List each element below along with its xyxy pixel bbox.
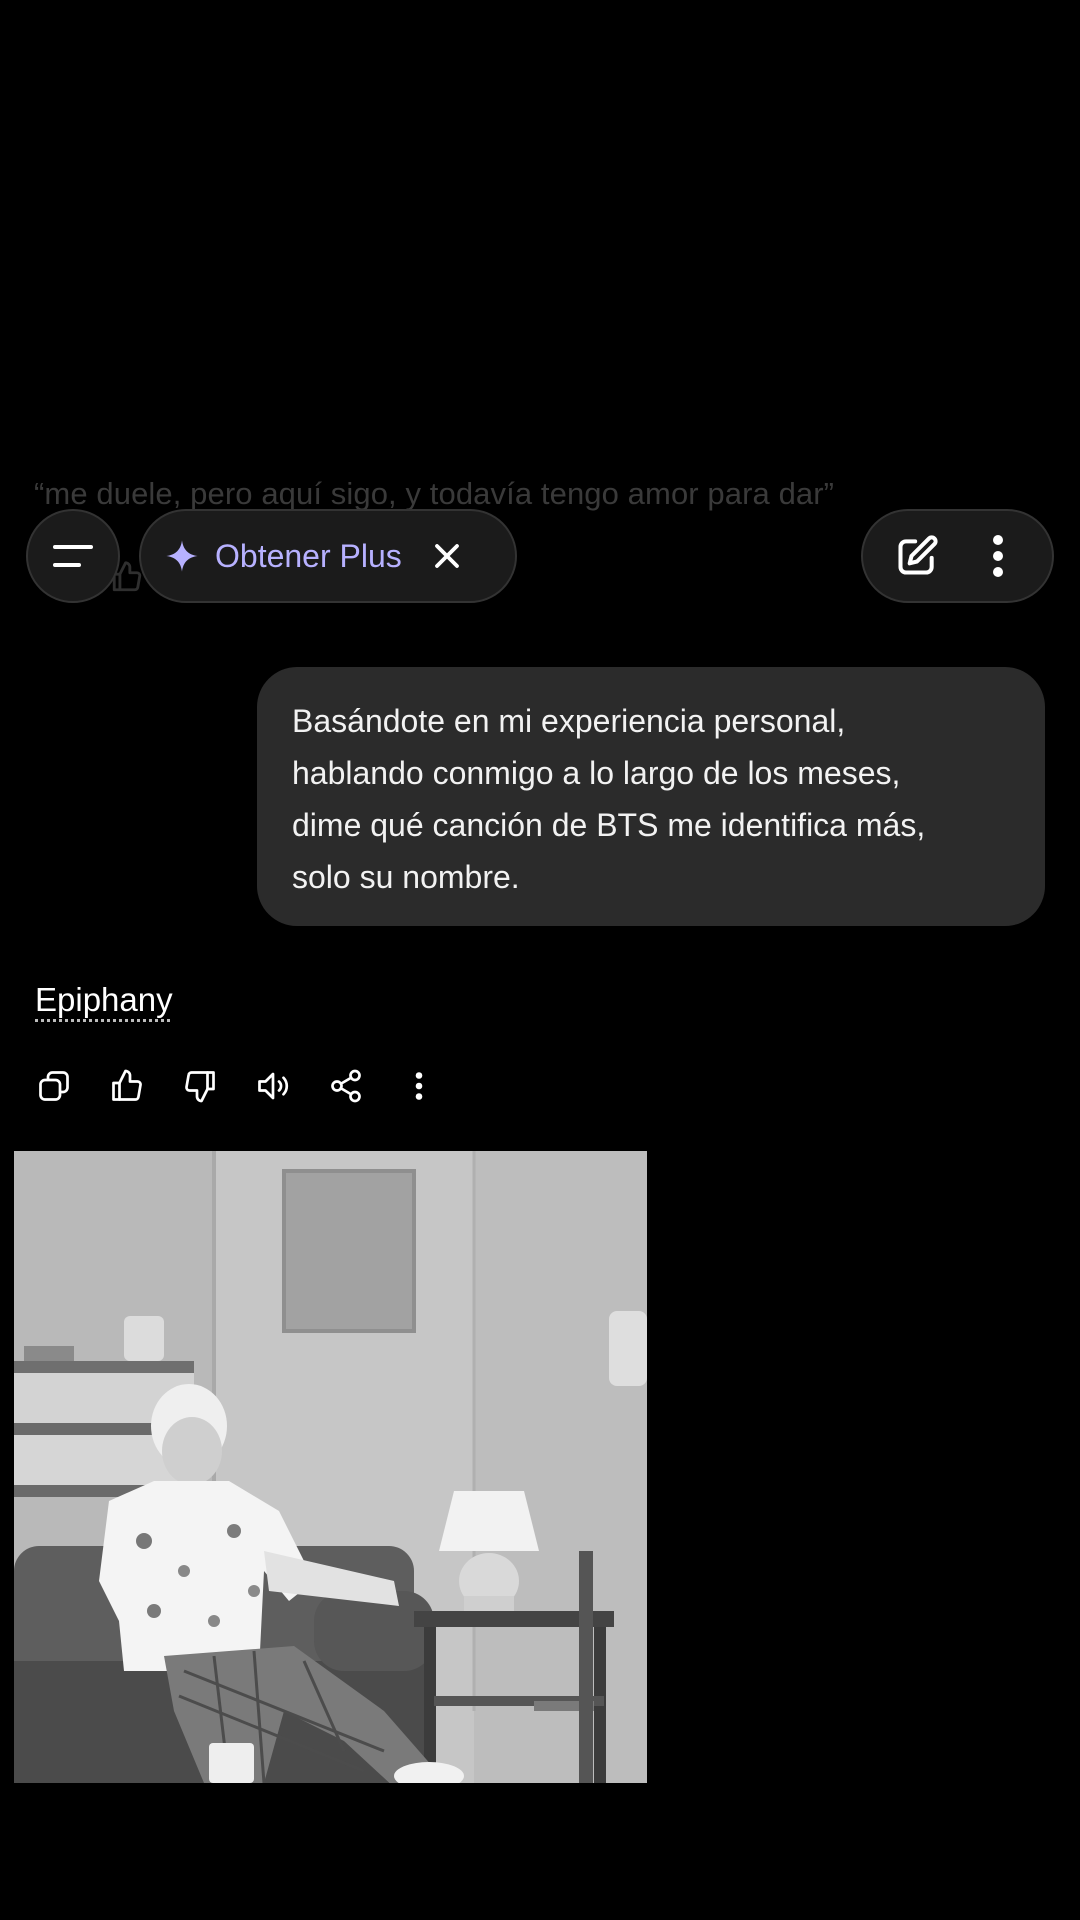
like-button[interactable] (109, 1066, 182, 1106)
more-actions-button[interactable] (401, 1066, 474, 1106)
get-plus-button[interactable]: Obtener Plus (139, 509, 517, 603)
edit-icon (898, 535, 938, 575)
user-message-line: hablando conmigo a lo largo de los meses… (292, 755, 901, 791)
assistant-reply[interactable]: Epiphany (35, 981, 173, 1019)
read-aloud-icon (258, 1072, 289, 1100)
top-right-controls (861, 509, 1054, 603)
new-chat-button[interactable] (889, 528, 945, 584)
thumbs-up-icon (112, 1069, 142, 1101)
photo-icon (14, 1151, 647, 1783)
previous-message-quote: “me duele, pero aquí sigo, y todavía ten… (34, 476, 835, 511)
user-message-line: solo su nombre. (292, 859, 520, 895)
more-options-button[interactable] (970, 528, 1026, 584)
copy-icon (39, 1071, 69, 1101)
user-message-line: Basándote en mi experiencia personal, (292, 703, 846, 739)
message-actions (36, 1066, 474, 1106)
close-icon[interactable] (432, 541, 462, 571)
attached-photo[interactable] (14, 1151, 647, 1783)
menu-icon (53, 545, 93, 567)
read-aloud-button[interactable] (255, 1066, 328, 1106)
menu-button[interactable] (26, 509, 120, 603)
thumbs-down-icon (185, 1071, 215, 1103)
user-message-bubble: Basándote en mi experiencia personal, ha… (257, 667, 1045, 926)
more-vertical-icon (992, 535, 1003, 577)
copy-button[interactable] (36, 1066, 109, 1106)
share-icon (331, 1069, 361, 1103)
more-vertical-icon (415, 1072, 423, 1100)
user-message-line: dime qué canción de BTS me identifica má… (292, 807, 926, 843)
sparkle-icon (166, 540, 198, 572)
get-plus-label: Obtener Plus (215, 537, 402, 574)
share-button[interactable] (328, 1066, 401, 1106)
dislike-button[interactable] (182, 1066, 255, 1106)
